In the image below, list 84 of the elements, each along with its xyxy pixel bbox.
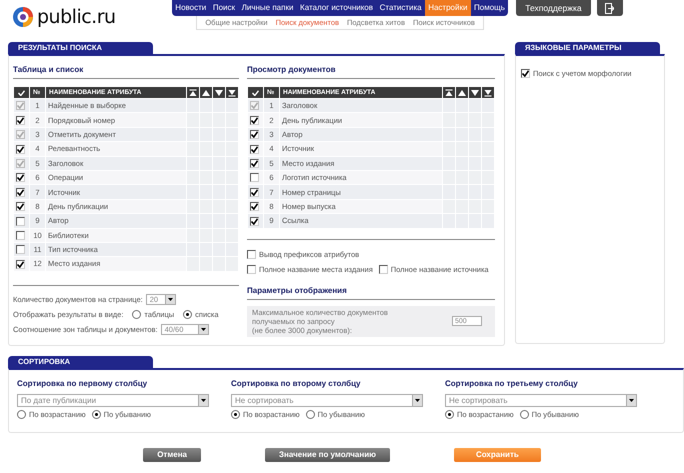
checkbox[interactable]	[16, 188, 25, 197]
checkbox[interactable]	[250, 130, 259, 140]
sort-cell	[200, 99, 212, 112]
radio-button[interactable]	[445, 410, 454, 419]
radio-button[interactable]	[306, 410, 315, 419]
arrow-top-icon	[445, 88, 453, 96]
sort-cell	[443, 99, 455, 112]
checkmark-icon	[18, 90, 25, 96]
caret-icon	[415, 399, 420, 402]
nav-tab[interactable]: Статистика	[376, 0, 425, 16]
radio-button[interactable]	[183, 310, 192, 319]
cancel-button[interactable]: Отмена	[143, 448, 201, 462]
exit-icon	[605, 2, 614, 14]
logo-text: public.ru	[37, 6, 116, 28]
checkbox[interactable]	[250, 216, 259, 226]
sort-header-cell[interactable]	[469, 87, 481, 98]
sort-cell	[482, 99, 494, 112]
caret-icon	[200, 328, 206, 331]
arrow-down-icon	[471, 88, 479, 96]
logo-icon	[12, 6, 34, 28]
nav-tab[interactable]: Личные папки	[238, 0, 297, 16]
sort-header-cell[interactable]	[482, 87, 494, 98]
logout-button[interactable]	[596, 0, 623, 16]
save-button[interactable]: Сохранить	[454, 448, 541, 462]
caret-icon	[168, 298, 173, 301]
radio-button[interactable]	[17, 410, 26, 419]
sort-header-cell[interactable]	[187, 87, 199, 98]
checkbox[interactable]	[250, 144, 259, 154]
sort-cell	[213, 99, 225, 112]
arrow-up-icon	[458, 88, 466, 96]
section-heading: Таблица и список	[13, 64, 84, 76]
checkbox[interactable]	[16, 216, 25, 226]
arrow-top-icon	[189, 88, 197, 96]
checkbox[interactable]	[247, 250, 256, 259]
sort-header-cell[interactable]	[456, 87, 468, 98]
nav-tab[interactable]: Новости	[172, 0, 210, 16]
checkbox[interactable]	[16, 245, 25, 254]
checkbox[interactable]	[250, 202, 259, 212]
checkbox[interactable]	[250, 116, 259, 125]
sort-cell	[469, 99, 481, 112]
checkbox[interactable]	[378, 264, 388, 274]
dropdown[interactable]: Не сортировать	[445, 394, 637, 407]
arrow-bottom-icon	[228, 88, 236, 96]
arrow-up-icon	[202, 88, 210, 96]
sort-header-cell[interactable]	[443, 87, 455, 98]
section-heading: Параметры отображения	[247, 284, 348, 297]
checkbox[interactable]	[247, 264, 256, 274]
dropdown[interactable]: По дате публикации	[17, 394, 209, 407]
sort-cell	[456, 99, 468, 112]
radio-button[interactable]	[520, 410, 529, 419]
checkmark-icon	[252, 90, 259, 96]
checkbox[interactable]	[250, 173, 259, 182]
section-heading: Просмотр документов	[247, 64, 337, 76]
checkbox[interactable]	[16, 202, 25, 212]
nav-tab[interactable]: Поиск	[210, 0, 238, 16]
caret-icon	[201, 399, 206, 402]
dropdown[interactable]: Не сортировать	[231, 394, 423, 407]
nav-tab[interactable]: Каталог источников	[296, 0, 376, 16]
nav-tab[interactable]: Настройки	[424, 0, 471, 16]
radio-button[interactable]	[231, 410, 240, 419]
sort-cell	[187, 99, 199, 112]
checkbox[interactable]	[250, 159, 259, 168]
section-heading: Сортировка по первому столбцу	[17, 378, 148, 390]
checkbox[interactable]	[16, 230, 25, 240]
checkbox[interactable]	[16, 173, 25, 182]
sort-header-cell[interactable]	[213, 87, 225, 98]
sort-header-cell[interactable]	[200, 87, 212, 98]
section-heading: Сортировка по третьему столбцу	[445, 378, 578, 390]
checkbox[interactable]	[16, 144, 25, 154]
radio-button[interactable]	[92, 410, 101, 419]
section-heading: Сортировка по второму столбцу	[231, 378, 360, 390]
radio-button[interactable]	[132, 310, 142, 319]
sort-header-cell[interactable]	[226, 87, 238, 98]
checkbox[interactable]	[250, 188, 259, 197]
caret-icon	[629, 399, 634, 402]
checkbox[interactable]	[521, 69, 530, 78]
arrow-down-icon	[215, 88, 223, 96]
support-button[interactable]: Техподдержка	[516, 0, 591, 16]
default-button[interactable]: Значение по умолчанию	[265, 448, 390, 462]
checkbox[interactable]	[16, 260, 25, 269]
sort-cell	[226, 99, 238, 112]
arrow-bottom-icon	[484, 88, 492, 96]
nav-tab[interactable]: Помощь	[470, 0, 508, 16]
checkbox[interactable]	[16, 116, 25, 125]
